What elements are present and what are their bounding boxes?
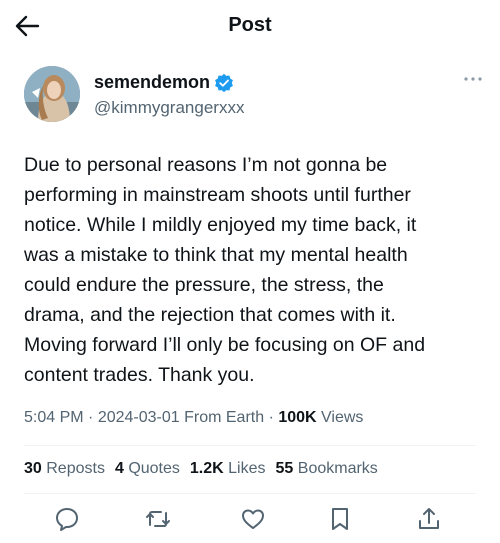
bookmark-icon[interactable] bbox=[327, 506, 353, 532]
divider bbox=[24, 445, 476, 446]
divider bbox=[24, 493, 476, 494]
quotes-label: Quotes bbox=[128, 460, 180, 477]
post-source: From Earth bbox=[179, 409, 265, 426]
user-handle[interactable]: @kimmygrangerxxx bbox=[94, 98, 244, 118]
reply-icon[interactable] bbox=[54, 506, 80, 532]
post-time[interactable]: 5:04 PM bbox=[24, 409, 84, 426]
tweet-text: Due to personal reasons I’m not gonna be… bbox=[24, 154, 426, 386]
page-title: Post bbox=[228, 14, 272, 36]
meta-separator: · bbox=[264, 409, 279, 426]
heart-icon[interactable] bbox=[240, 506, 266, 532]
avatar[interactable] bbox=[24, 66, 80, 122]
views-count: 100K bbox=[278, 409, 317, 426]
quotes-stat[interactable]: 4 Quotes bbox=[115, 460, 180, 478]
reposts-label: Reposts bbox=[46, 460, 105, 477]
likes-label: Likes bbox=[228, 460, 266, 477]
action-bar bbox=[0, 506, 500, 534]
likes-count: 1.2K bbox=[189, 460, 224, 477]
meta-separator: · bbox=[83, 409, 98, 426]
verified-badge-icon bbox=[215, 73, 233, 92]
name-row: semendemon bbox=[94, 72, 234, 93]
repost-icon[interactable] bbox=[145, 506, 171, 532]
bookmarks-stat[interactable]: 55 Bookmarks bbox=[276, 460, 378, 478]
quotes-count: 4 bbox=[114, 460, 124, 477]
bookmarks-count: 55 bbox=[275, 460, 294, 477]
share-icon[interactable] bbox=[416, 506, 442, 532]
more-dots-icon[interactable] bbox=[462, 72, 484, 86]
bookmarks-label: Bookmarks bbox=[297, 460, 378, 477]
display-name[interactable]: semendemon bbox=[94, 72, 210, 93]
views-label: Views bbox=[316, 409, 364, 426]
avatar-image bbox=[24, 66, 80, 122]
reposts-stat[interactable]: 30 Reposts bbox=[24, 460, 105, 478]
likes-stat[interactable]: 1.2K Likes bbox=[190, 460, 266, 478]
engagement-stats: 30 Reposts 4 Quotes 1.2K Likes 55 Bookma… bbox=[24, 460, 378, 478]
reposts-count: 30 bbox=[24, 460, 42, 477]
top-bar: Post bbox=[0, 0, 500, 52]
tweet-meta: 5:04 PM · 2024-03-01 From Earth · 100K V… bbox=[24, 409, 363, 427]
author-row: semendemon @kimmygrangerxxx bbox=[24, 66, 484, 124]
post-date[interactable]: 2024-03-01 bbox=[98, 409, 180, 426]
